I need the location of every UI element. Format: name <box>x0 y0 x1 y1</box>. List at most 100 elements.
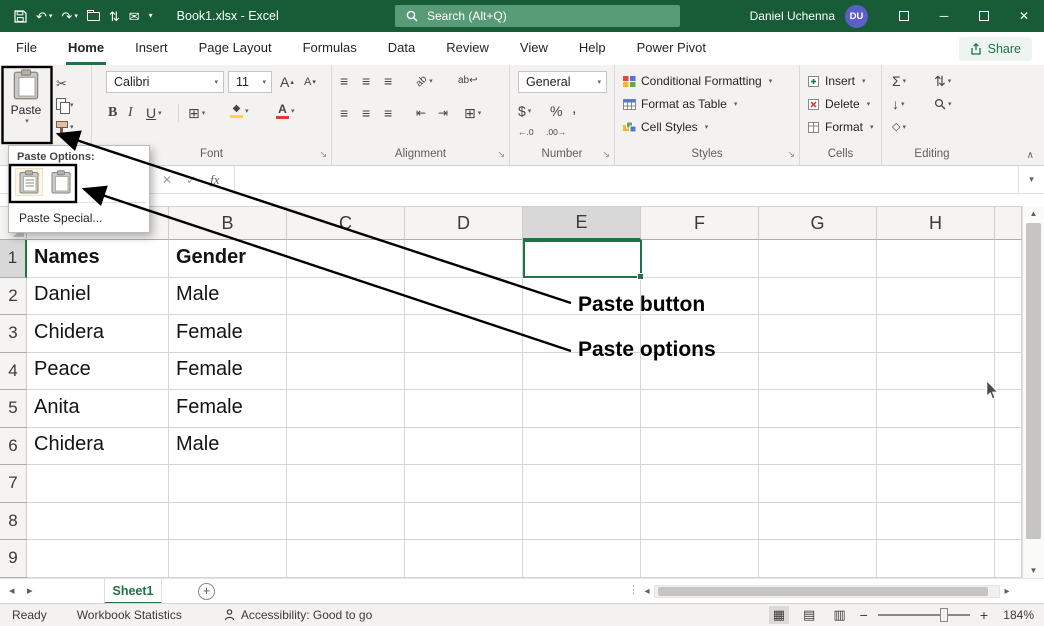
cell-E1[interactable] <box>523 240 641 278</box>
decrease-decimal-button[interactable]: .00→ <box>546 122 566 142</box>
cell-E8[interactable] <box>523 503 641 541</box>
tab-data[interactable]: Data <box>386 32 417 65</box>
cell-E6[interactable] <box>523 428 641 466</box>
cell-F1[interactable] <box>641 240 759 278</box>
align-center-button[interactable]: ≡ <box>362 103 370 123</box>
cell-F7[interactable] <box>641 465 759 503</box>
cell-A1[interactable]: Names <box>27 240 169 278</box>
cell-C5[interactable] <box>287 390 405 428</box>
cell-A6[interactable]: Chidera <box>27 428 169 466</box>
cut-button[interactable]: ✂ <box>56 73 67 93</box>
paste-keep-source-formatting-button[interactable] <box>15 168 43 196</box>
increase-font-size-button[interactable]: A▴ <box>280 72 294 92</box>
user-name[interactable]: Daniel Uchenna <box>750 9 835 23</box>
increase-decimal-button[interactable]: ←.0 <box>518 122 534 142</box>
cell-H5[interactable] <box>877 390 995 428</box>
row-header-9[interactable]: 9 <box>0 540 27 578</box>
row-header-1[interactable]: 1 <box>0 240 27 278</box>
row-header-7[interactable]: 7 <box>0 465 27 503</box>
comma-style-button[interactable]: , <box>572 99 576 119</box>
formula-input[interactable] <box>235 166 1018 193</box>
cell-A4[interactable]: Peace <box>27 353 169 391</box>
vertical-scrollbar[interactable]: ▲ ▼ <box>1022 206 1044 578</box>
cell-B1[interactable]: Gender <box>169 240 287 278</box>
cell-D5[interactable] <box>405 390 523 428</box>
zoom-slider-thumb[interactable] <box>940 608 948 622</box>
sort-icon[interactable]: ⇅ <box>109 10 120 23</box>
cell-H9[interactable] <box>877 540 995 578</box>
horizontal-scroll-thumb[interactable] <box>658 587 988 596</box>
cell-F9[interactable] <box>641 540 759 578</box>
copy-button[interactable]: ▾ <box>56 95 74 115</box>
workbook-statistics-button[interactable]: Workbook Statistics <box>77 608 182 622</box>
cell-B8[interactable] <box>169 503 287 541</box>
zoom-out-button[interactable]: − <box>860 607 868 623</box>
insert-cells-button[interactable]: Insert▾ <box>808 71 866 91</box>
redo-button[interactable]: ↷▾ <box>61 10 77 23</box>
tab-page-layout[interactable]: Page Layout <box>197 32 274 65</box>
decrease-font-size-button[interactable]: A▾ <box>304 72 316 92</box>
cell-G5[interactable] <box>759 390 877 428</box>
cell-B5[interactable]: Female <box>169 390 287 428</box>
cell-H3[interactable] <box>877 315 995 353</box>
underline-button[interactable]: U▾ <box>146 103 162 123</box>
italic-button[interactable]: I <box>128 103 133 123</box>
cell-B2[interactable]: Male <box>169 278 287 316</box>
align-right-button[interactable]: ≡ <box>384 103 392 123</box>
collapse-ribbon-icon[interactable]: ∧ <box>1027 150 1034 161</box>
cell-C8[interactable] <box>287 503 405 541</box>
align-middle-button[interactable]: ≡ <box>362 71 370 91</box>
cell-A7[interactable] <box>27 465 169 503</box>
tab-power-pivot[interactable]: Power Pivot <box>635 32 708 65</box>
decrease-indent-button[interactable]: ⇤ <box>416 103 426 123</box>
find-select-button[interactable]: ▾ <box>934 94 952 114</box>
percent-style-button[interactable]: % <box>550 101 562 121</box>
tab-help[interactable]: Help <box>577 32 608 65</box>
cell-B4[interactable]: Female <box>169 353 287 391</box>
increase-indent-button[interactable]: ⇥ <box>438 103 448 123</box>
column-header-C[interactable]: C <box>287 207 405 240</box>
page-layout-view-icon[interactable]: ▤ <box>799 606 819 624</box>
cell-F5[interactable] <box>641 390 759 428</box>
tab-insert[interactable]: Insert <box>133 32 170 65</box>
cancel-icon[interactable]: ✕ <box>162 173 172 187</box>
cell-D9[interactable] <box>405 540 523 578</box>
cell-C4[interactable] <box>287 353 405 391</box>
paste-values-button[interactable] <box>47 168 75 196</box>
cell-D7[interactable] <box>405 465 523 503</box>
cell-D8[interactable] <box>405 503 523 541</box>
scroll-left-icon[interactable]: ◂ <box>640 586 654 597</box>
cell-F4[interactable] <box>641 353 759 391</box>
cell-E9[interactable] <box>523 540 641 578</box>
new-sheet-button[interactable]: + <box>198 583 215 600</box>
cell-C2[interactable] <box>287 278 405 316</box>
tab-file[interactable]: File <box>14 32 39 65</box>
format-cells-button[interactable]: Format▾ <box>808 117 874 137</box>
zoom-percentage[interactable]: 184% <box>998 608 1034 622</box>
wrap-text-button[interactable]: ab↩ <box>458 71 478 91</box>
cell-F8[interactable] <box>641 503 759 541</box>
chevron-down-icon[interactable]: ▾ <box>49 13 53 20</box>
horizontal-scroll-track[interactable] <box>654 585 1000 598</box>
scroll-down-icon[interactable]: ▼ <box>1023 563 1044 578</box>
share-button[interactable]: Share <box>959 37 1032 61</box>
column-header-G[interactable]: G <box>759 207 877 240</box>
cell-G8[interactable] <box>759 503 877 541</box>
open-file-icon[interactable] <box>87 12 100 21</box>
normal-view-icon[interactable]: ▦ <box>769 606 789 624</box>
expand-formula-bar-icon[interactable]: ▾ <box>1018 166 1044 193</box>
row-header-8[interactable]: 8 <box>0 503 27 541</box>
scroll-up-icon[interactable]: ▲ <box>1023 206 1044 221</box>
autosum-button[interactable]: Σ▾ <box>892 71 906 91</box>
cell-F3[interactable] <box>641 315 759 353</box>
paste-button[interactable]: Paste ▾ <box>4 69 48 141</box>
cell-A2[interactable]: Daniel <box>27 278 169 316</box>
accessibility-status-button[interactable]: Accessibility: Good to go <box>224 608 372 622</box>
zoom-in-button[interactable]: + <box>980 607 988 623</box>
customize-toolbar-chevron-icon[interactable]: ▾ <box>149 12 153 20</box>
zoom-slider[interactable] <box>878 614 970 616</box>
column-header-F[interactable]: F <box>641 207 759 240</box>
font-size-select[interactable]: 11▾ <box>228 71 272 93</box>
column-header-E[interactable]: E <box>523 207 641 240</box>
fill-button[interactable]: ↓▾ <box>892 94 905 114</box>
